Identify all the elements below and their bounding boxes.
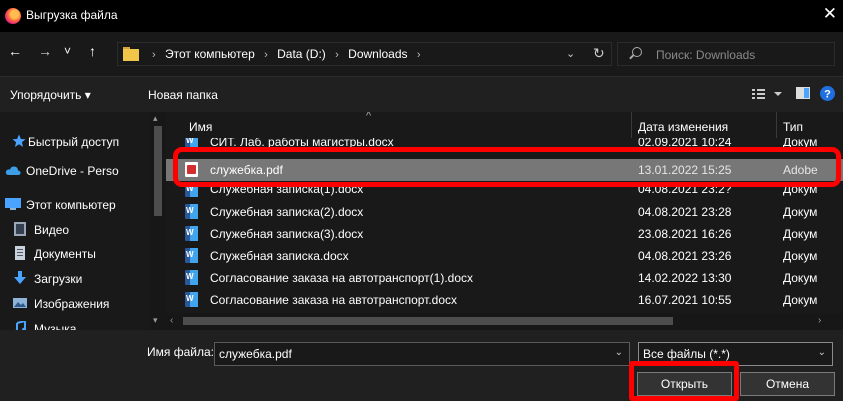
filename-input[interactable]: служебка.pdf ⌄ (214, 342, 630, 366)
navigation-pane: Быстрый доступ OneDrive - Perso Этот ком… (0, 112, 166, 330)
table-row[interactable]: Служебная записка(3).docx 23.08.2021 16:… (166, 223, 843, 245)
organize-button[interactable]: Упорядочить ▾ (10, 88, 91, 102)
highlight-open-button (629, 361, 739, 401)
scrollbar-thumb[interactable] (183, 317, 673, 325)
highlight-selected-file (173, 147, 841, 187)
scrollbar-thumb[interactable] (154, 126, 162, 216)
file-list: ^ Имя Дата изменения Тип СИТ. Лаб. работ… (166, 112, 843, 330)
download-icon (14, 271, 26, 284)
video-icon (14, 222, 26, 236)
documents-icon (15, 246, 25, 260)
search-placeholder: Поиск: Downloads (656, 48, 756, 62)
file-list-hscrollbar[interactable]: ‹ › (166, 313, 843, 330)
music-icon (15, 321, 27, 330)
search-icon (632, 47, 642, 57)
title-bar: Выгрузка файла ✕ (0, 0, 843, 32)
pictures-icon (13, 298, 27, 308)
address-bar[interactable]: › Этот компьютер › Data (D:) › Downloads… (117, 42, 612, 66)
new-folder-button[interactable]: Новая папка (148, 88, 218, 102)
chevron-down-icon[interactable]: ⌄ (615, 347, 623, 358)
table-row[interactable]: Служебная записка(2).docx 04.08.2021 23:… (166, 201, 843, 223)
word-icon (185, 187, 198, 197)
navigation-bar: ← → ˅ ↑ › Этот компьютер › Data (D:) › D… (0, 32, 843, 76)
search-input[interactable]: Поиск: Downloads (617, 42, 835, 66)
up-button[interactable]: ↑ (89, 44, 96, 58)
breadcrumb: › Этот компьютер › Data (D:) › Downloads… (152, 47, 421, 61)
cloud-icon (5, 166, 21, 175)
table-row[interactable]: Согласование заказа на автотранспорт(1).… (166, 267, 843, 289)
computer-icon (5, 198, 21, 210)
scroll-right-icon[interactable]: › (818, 315, 821, 326)
forward-button[interactable]: → (38, 44, 52, 58)
back-button[interactable]: ← (8, 44, 22, 58)
refresh-icon[interactable]: ↻ (593, 45, 605, 62)
table-row[interactable]: Служебная записка(1).docx 04.08.2021 23:… (166, 187, 843, 197)
star-icon (12, 134, 26, 147)
word-icon (185, 226, 198, 241)
breadcrumb-this-pc[interactable]: Этот компьютер (165, 47, 255, 61)
cancel-button[interactable]: Отмена (740, 372, 835, 396)
table-row[interactable]: Служебная записка.docx 04.08.2021 23:26 … (166, 245, 843, 267)
word-icon (185, 292, 198, 307)
word-icon (185, 204, 198, 219)
chevron-down-icon[interactable]: ⌄ (566, 47, 575, 60)
table-row[interactable]: Согласование заказа на автотранспорт.doc… (166, 289, 843, 311)
preview-pane-icon[interactable] (796, 87, 810, 102)
chevron-down-icon[interactable]: ⌄ (818, 347, 826, 358)
scroll-down-icon[interactable]: ▾ (153, 315, 158, 326)
help-icon[interactable]: ? (820, 86, 835, 104)
view-options-icon[interactable] (752, 87, 784, 104)
word-icon (185, 248, 198, 263)
svg-text:?: ? (824, 89, 831, 101)
window-title: Выгрузка файла (26, 8, 118, 22)
firefox-icon (5, 8, 21, 24)
folder-icon (123, 47, 139, 61)
command-bar: Упорядочить ▾ Новая папка ? (0, 76, 843, 112)
filename-label: Имя файла: (147, 345, 214, 359)
close-button[interactable]: ✕ (823, 5, 837, 22)
breadcrumb-data-d[interactable]: Data (D:) (277, 47, 326, 61)
sort-ascending-icon: ^ (366, 112, 372, 122)
breadcrumb-downloads[interactable]: Downloads (348, 47, 407, 61)
recent-locations-button[interactable]: ˅ (64, 45, 71, 57)
scroll-up-icon[interactable]: ▴ (153, 113, 158, 124)
sidebar-scrollbar[interactable]: ▴ ▾ (150, 112, 166, 330)
word-icon (185, 270, 198, 285)
scroll-left-icon[interactable]: ‹ (170, 315, 173, 326)
